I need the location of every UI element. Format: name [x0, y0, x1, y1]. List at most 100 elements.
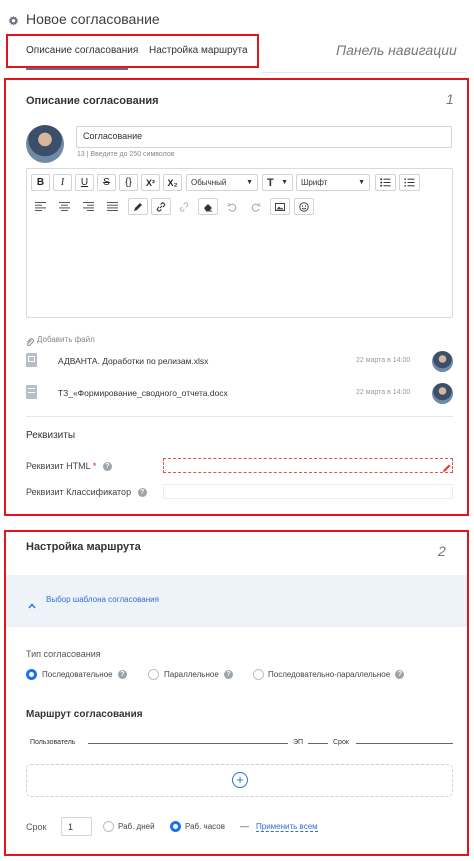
superscript-button[interactable]: X² — [141, 174, 160, 191]
name-input-value: Согласование — [83, 131, 143, 141]
italic-button[interactable]: I — [53, 174, 72, 191]
text-size-select[interactable]: T ▼ — [262, 174, 293, 191]
nav-tabs-highlight — [6, 34, 259, 68]
format-select[interactable]: Обычный ▼ — [186, 174, 258, 191]
font-select-value: Шрифт — [301, 178, 328, 187]
parallel-text: Параллельное — [164, 670, 219, 679]
redo-icon — [251, 202, 261, 212]
subscript-button[interactable]: X₂ — [163, 174, 182, 191]
radio-sequential[interactable] — [26, 669, 37, 680]
requisite-classifier-field[interactable] — [163, 484, 453, 499]
page-title: Новое согласование — [26, 11, 160, 27]
file-date-2: 22 марта в 14:00 — [356, 389, 411, 396]
settings-icon — [8, 13, 19, 26]
emoji-button[interactable] — [294, 198, 314, 215]
unlink-icon — [179, 201, 189, 212]
chevron-up-icon[interactable] — [28, 596, 36, 609]
unlink-button[interactable] — [174, 198, 194, 215]
align-justify-icon — [107, 202, 118, 211]
bold-label: B — [36, 177, 45, 188]
format-select-value: Обычный — [191, 178, 227, 187]
underline-label: U — [80, 177, 89, 188]
numbered-list-icon — [404, 178, 415, 187]
name-input[interactable]: Согласование — [76, 126, 452, 148]
name-hint: 13 | Введите до 250 символов — [77, 151, 175, 158]
avatar — [26, 125, 64, 163]
file-date-1: 22 марта в 14:00 — [356, 357, 411, 364]
section-description-heading: Описание согласования — [26, 95, 159, 107]
strike-label: S — [103, 177, 110, 188]
text-size-label: T — [267, 176, 274, 189]
radio-parallel-label: Параллельное ? — [164, 670, 234, 680]
undo-button[interactable] — [222, 198, 242, 215]
radio-sequential-parallel[interactable] — [253, 669, 264, 680]
add-file-link[interactable]: Добавить файл — [37, 335, 95, 344]
radio-work-hours[interactable] — [170, 821, 181, 832]
column-ep: ЭП — [293, 739, 304, 746]
align-center-button[interactable] — [55, 198, 74, 215]
chevron-down-icon: ▼ — [246, 179, 253, 186]
required-mark: * — [92, 461, 97, 471]
work-days-label: Раб. дней — [118, 822, 155, 831]
align-right-icon — [83, 202, 94, 211]
bullet-list-button[interactable] — [375, 174, 396, 191]
column-line-2 — [308, 743, 328, 744]
requisite-classifier-text: Реквизит Классификатор — [26, 487, 132, 497]
font-select[interactable]: Шрифт ▼ — [296, 174, 370, 191]
help-icon[interactable]: ? — [395, 670, 405, 680]
align-left-icon — [35, 202, 46, 211]
link-button[interactable] — [151, 198, 171, 215]
requisite-classifier-label: Реквизит Классификатор ? — [26, 487, 147, 498]
template-select-link[interactable]: Выбор шаблона согласования — [46, 595, 159, 604]
apply-all-link[interactable]: Применить всем — [256, 822, 318, 832]
color-picker-button[interactable] — [128, 198, 148, 215]
docx-file-icon — [26, 385, 37, 399]
tabs-divider — [262, 72, 466, 73]
redo-button[interactable] — [246, 198, 266, 215]
file-name-1[interactable]: АДВАНТА. Доработки по релизам.xlsx — [58, 356, 208, 366]
nav-panel-annotation: Панель навигации — [336, 42, 457, 58]
xlsx-file-icon — [26, 353, 37, 367]
chevron-down-icon: ▼ — [281, 179, 288, 186]
column-user: Пользователь — [30, 739, 76, 746]
section-number-1: 1 — [446, 91, 454, 107]
column-line-1 — [88, 743, 288, 744]
align-right-button[interactable] — [79, 198, 98, 215]
strikethrough-button[interactable]: S — [97, 174, 116, 191]
deadline-label: Срок — [26, 822, 47, 832]
deadline-value: 1 — [68, 822, 74, 832]
route-heading: Маршрут согласования — [26, 709, 143, 720]
help-icon[interactable]: ? — [137, 488, 147, 498]
underline-button[interactable]: U — [75, 174, 94, 191]
paperclip-icon — [26, 334, 34, 347]
align-justify-button[interactable] — [103, 198, 122, 215]
approval-type-label: Тип согласования — [26, 649, 101, 659]
requisite-html-label: Реквизит HTML * ? — [26, 461, 112, 472]
plus-icon: + — [236, 772, 244, 787]
deadline-input[interactable]: 1 — [61, 817, 92, 836]
add-participant-button[interactable]: + — [232, 772, 248, 788]
pencil-icon[interactable] — [442, 460, 452, 472]
clear-format-button[interactable] — [198, 198, 218, 215]
radio-work-days[interactable] — [103, 821, 114, 832]
help-icon[interactable]: ? — [117, 670, 127, 680]
work-hours-label: Раб. часов — [185, 822, 225, 831]
help-icon[interactable]: ? — [102, 462, 112, 472]
radio-sequential-label: Последовательное ? — [42, 670, 127, 680]
bold-button[interactable]: B — [31, 174, 50, 191]
file-author-avatar-2 — [432, 383, 453, 404]
numbered-list-button[interactable] — [399, 174, 420, 191]
column-line-3 — [356, 743, 453, 744]
image-icon — [275, 202, 285, 211]
radio-parallel[interactable] — [148, 669, 159, 680]
subscript-label: X₂ — [167, 177, 178, 188]
align-left-button[interactable] — [31, 198, 50, 215]
sequential-parallel-text: Последовательно-параллельное — [268, 670, 391, 679]
align-center-icon — [59, 202, 70, 211]
file-name-2[interactable]: ТЗ_«Формирование_сводного_отчета.docx — [58, 388, 228, 398]
help-icon[interactable]: ? — [224, 670, 234, 680]
requisite-html-field[interactable] — [163, 458, 453, 473]
code-button[interactable]: {} — [119, 174, 138, 191]
pen-icon — [134, 202, 142, 211]
insert-image-button[interactable] — [270, 198, 290, 215]
